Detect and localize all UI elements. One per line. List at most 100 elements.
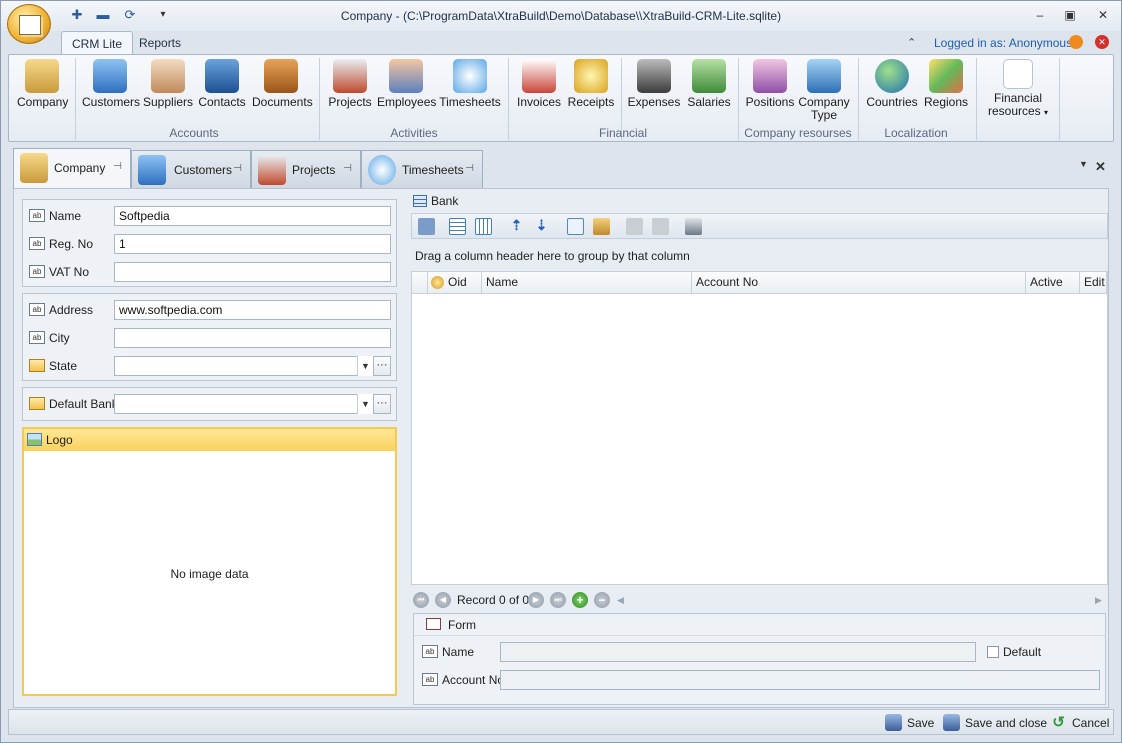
doc-tab-customers[interactable]: Customers ⊣ [131,150,251,188]
grid-toolbar: ⇡ ⇣ [411,213,1108,239]
ellipsis-button[interactable]: ··· [373,394,391,414]
pin-icon[interactable]: ⊣ [465,151,474,187]
chevron-down-icon[interactable]: ▼ [357,394,373,414]
ribbon-salaries-button[interactable]: Salaries [684,59,734,129]
save-button[interactable]: Save [885,714,934,732]
ribbon-company-button[interactable]: Company [17,59,68,129]
lookup-field-icon [29,359,45,372]
chevron-down-icon[interactable]: ▼ [357,356,373,376]
power-icon[interactable] [1069,35,1083,49]
pin-icon[interactable]: ⊣ [113,149,122,185]
record-navigator: ⏮ ◀ Record 0 of 0 ▶ ⏭ + − ◀ ▶ [411,589,1108,611]
text-field-icon: ab [29,303,45,316]
exit-icon[interactable]: ✕ [1095,35,1109,49]
state-select[interactable] [114,356,373,376]
coins-icon [574,59,608,93]
ribbon-timesheets-button[interactable]: Timesheets [439,59,501,129]
scroll-right-icon[interactable]: ▶ [1095,589,1102,611]
form-icon [426,618,441,630]
paste-icon[interactable] [593,218,610,235]
card-view-icon[interactable] [475,218,492,235]
reg-no-field[interactable]: 1 [114,234,391,254]
ribbon-separator [1059,58,1060,140]
column-header-edit[interactable]: Edit [1080,272,1107,294]
close-tab-icon[interactable]: ✕ [1095,159,1106,175]
buildings-icon [807,59,841,93]
print-icon[interactable] [685,218,702,235]
address-book-icon [205,59,239,93]
city-field[interactable] [114,328,391,348]
address-field[interactable]: www.softpedia.com [114,300,391,320]
tab-list-dropdown-icon[interactable]: ▼ [1079,159,1088,169]
bank-form: Form ab Name Default ab Account No [413,613,1106,705]
first-record-icon[interactable]: ⏮ [413,592,429,608]
account-no-field[interactable] [500,670,1100,690]
ribbon-documents-button[interactable]: Documents [252,59,313,129]
column-header-active[interactable]: Active [1026,272,1080,294]
briefcase-icon [264,59,298,93]
column-header-oid[interactable]: Oid [428,272,482,294]
scroll-left-icon[interactable]: ◀ [617,589,624,611]
logo-panel[interactable]: Logo No image data [22,427,397,696]
add-record-icon[interactable]: + [572,592,588,608]
app-menu-icon[interactable] [7,4,51,44]
unlock-icon[interactable] [652,218,669,235]
map-icon [929,59,963,93]
cancel-button[interactable]: ↺ Cancel [1050,714,1109,732]
pin-icon[interactable]: ⊣ [233,151,242,187]
collapse-ribbon-icon[interactable]: ⌃ [907,36,916,49]
tab-reports[interactable]: Reports [129,31,191,55]
ribbon-employees-button[interactable]: Employees [377,59,436,129]
ribbon-projects-button[interactable]: Projects [326,59,374,129]
ribbon-customers-button[interactable]: Customers [82,59,140,129]
save-close-icon [943,714,960,731]
close-window-icon[interactable]: ✕ [1094,7,1112,23]
doc-tab-timesheets[interactable]: Timesheets ⊣ [361,150,483,188]
table-view-icon[interactable] [449,218,466,235]
column-header-account-no[interactable]: Account No [692,272,1026,294]
ellipsis-button[interactable]: ··· [373,356,391,376]
ribbon-suppliers-button[interactable]: Suppliers [143,59,193,129]
tab-crm-lite[interactable]: CRM Lite [61,31,134,55]
restore-icon[interactable]: ▣ [1061,7,1079,23]
login-status[interactable]: Logged in as: Anonymous [934,36,1072,50]
default-bank-select[interactable] [114,394,373,414]
grid-settings-icon[interactable] [418,218,435,235]
bank-grid[interactable]: Oid Name Account No Active Edit [411,271,1108,585]
ribbon-company-type-button[interactable]: Company Type [798,59,850,129]
save-icon [885,714,902,731]
save-and-close-button[interactable]: Save and close [943,714,1047,732]
ribbon-regions-button[interactable]: Regions [922,59,970,129]
sort-descending-icon[interactable]: ⇣ [533,218,550,235]
ribbon-countries-button[interactable]: Countries [866,59,918,129]
doc-tab-projects[interactable]: Projects ⊣ [251,150,361,188]
clock-dollar-icon [368,155,396,185]
identity-group: ab Name Softpedia ab Reg. No 1 ab VAT No [22,199,397,287]
ribbon-contacts-button[interactable]: Contacts [198,59,246,129]
lock-icon[interactable] [626,218,643,235]
ribbon-positions-button[interactable]: Positions [745,59,795,129]
name-field[interactable]: Softpedia [114,206,391,226]
ribbon-invoices-button[interactable]: Invoices [515,59,563,129]
sort-ascending-icon[interactable]: ⇡ [508,218,525,235]
vat-no-field[interactable] [114,262,391,282]
calculator-money-icon [637,59,671,93]
column-header-name[interactable]: Name [482,272,692,294]
group-by-panel[interactable]: Drag a column header here to group by th… [411,239,1108,271]
text-field-icon: ab [29,237,45,250]
pin-icon[interactable]: ⊣ [343,151,352,187]
doc-tab-company[interactable]: Company ⊣ [13,148,131,188]
previous-record-icon[interactable]: ◀ [435,592,451,608]
ribbon-financial-resources-button[interactable]: Financial resources ▾ [984,59,1052,129]
grid-icon [413,195,427,207]
bank-name-field[interactable] [500,642,976,662]
default-checkbox[interactable] [987,646,999,658]
bank-group: Default Bank ▼ ··· [22,387,397,421]
ribbon-expenses-button[interactable]: Expenses [627,59,681,129]
copy-icon[interactable] [567,218,584,235]
delete-record-icon[interactable]: − [594,592,610,608]
minimize-icon[interactable]: – [1031,7,1049,23]
next-record-icon[interactable]: ▶ [528,592,544,608]
ribbon-receipts-button[interactable]: Receipts [567,59,615,129]
last-record-icon[interactable]: ⏭ [550,592,566,608]
